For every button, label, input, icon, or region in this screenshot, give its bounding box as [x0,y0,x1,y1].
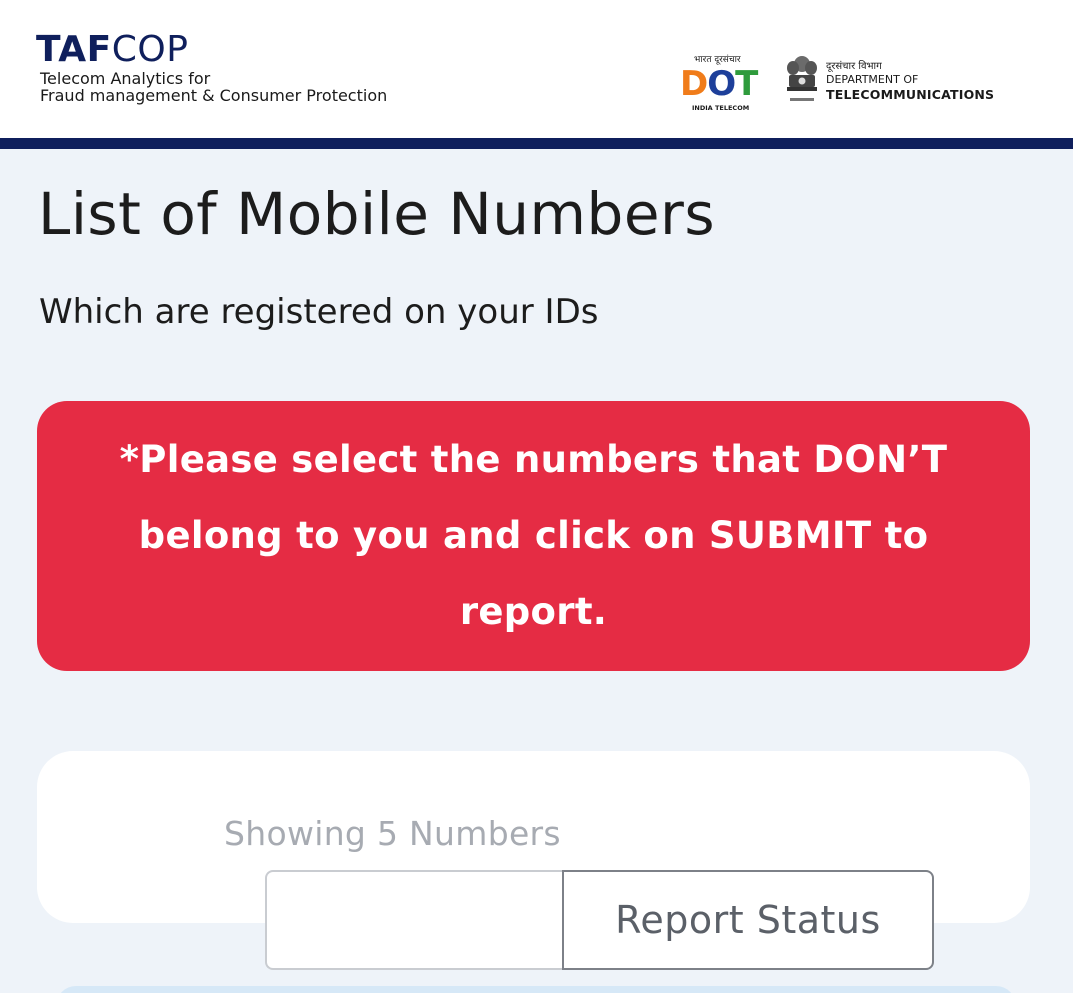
dept-of-label: DEPARTMENT OF [826,73,919,86]
page-title: List of Mobile Numbers [38,180,716,248]
next-card-edge [56,986,1016,993]
dot-logo: भारत दूरसंचार DOT INDIA TELECOM [680,52,762,114]
brand-title-light: COP [111,29,189,70]
dot-letter-t: T [735,64,758,104]
report-status-button[interactable]: Report Status [562,870,934,970]
brand-title-bold: TAF [36,29,112,70]
department-logo-text: दूरसंचार विभाग DEPARTMENT OF TELECOMMUNI… [826,60,994,102]
alert-text: *Please select the numbers that DON’T be… [119,438,948,633]
tafcop-logo[interactable]: TAFCOP Telecom Analytics for Fraud manag… [36,30,388,105]
national-emblem-icon [787,56,817,101]
instruction-alert: *Please select the numbers that DON’T be… [37,401,1030,671]
dept-hindi-label: दूरसंचार विभाग [826,61,882,72]
dept-name-label: TELECOMMUNICATIONS [826,87,995,102]
brand-subtitle-line2: Fraud management & Consumer Protection [40,86,388,105]
number-search-input[interactable] [265,870,565,970]
brand-title: TAFCOP [36,30,387,70]
dot-letter-d: D [680,64,708,104]
dot-mark: DOT [680,64,758,104]
header-divider [0,138,1073,149]
brand-subtitle-line1: Telecom Analytics for [40,69,211,88]
dot-letter-o: O [707,64,736,104]
dot-tagline: INDIA TELECOM [692,104,750,112]
showing-count-label: Showing 5 Numbers [224,814,561,853]
app-header: TAFCOP Telecom Analytics for Fraud manag… [0,0,1073,138]
page-subtitle: Which are registered on your IDs [39,292,599,332]
